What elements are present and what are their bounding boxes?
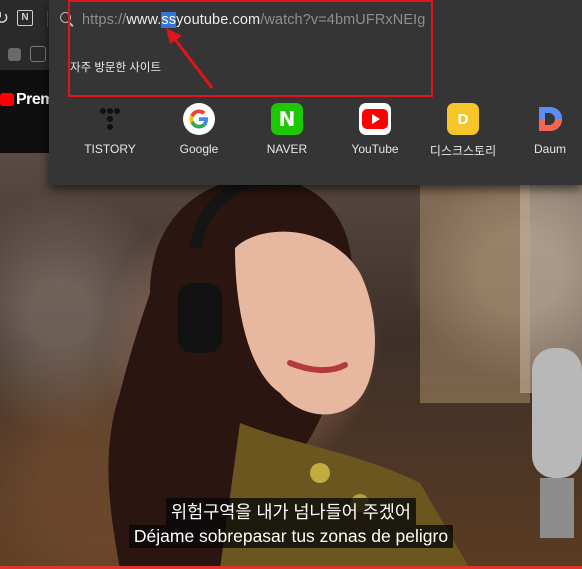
shortcut-google[interactable]: Google [154, 103, 244, 161]
bookmark-app-icon[interactable] [8, 48, 21, 61]
subtitle-korean-row: 위험구역을 내가 넘나들어 주겠어 [0, 498, 582, 525]
subtitle-spanish-row: Déjame sobrepasar tus zonas de peligro [0, 525, 582, 548]
frequent-sites-title: 자주 방문한 사이트 [70, 62, 162, 74]
shortcut-label: Google [179, 142, 219, 156]
shortcut-diskstory[interactable]: D 디스크스토리 [418, 103, 508, 161]
tab-switch-icon[interactable]: N [17, 10, 33, 26]
subtitle-korean: 위험구역을 내가 넘나들어 주겠어 [166, 498, 416, 525]
naver-icon: N [271, 103, 303, 135]
shortcut-label: TISTORY [84, 142, 136, 156]
video-player[interactable]: 위험구역을 내가 넘나들어 주겠어 Déjame sobrepasar tus … [0, 153, 582, 569]
google-icon [183, 103, 215, 135]
shortcut-label: NAVER [266, 142, 308, 156]
back-arrow-icon[interactable]: ↻ [0, 8, 9, 29]
shortcut-tistory[interactable]: TISTORY [65, 103, 155, 161]
youtube-icon [359, 103, 391, 135]
tistory-icon [94, 103, 126, 135]
toolbar-divider [47, 11, 48, 27]
shortcut-youtube[interactable]: YouTube [330, 103, 420, 161]
daum-icon [534, 103, 566, 135]
shortcut-label: 디스크스토리 [429, 144, 497, 158]
diskstory-icon: D [447, 103, 479, 135]
shortcut-daum[interactable]: Daum [505, 103, 582, 161]
youtube-logo-icon[interactable] [0, 93, 14, 106]
subtitle-spanish: Déjame sobrepasar tus zonas de peligro [128, 525, 454, 548]
shortcut-label: YouTube [351, 142, 399, 156]
bookmark-camera-icon[interactable] [30, 46, 46, 62]
shortcut-naver[interactable]: N NAVER [242, 103, 332, 161]
annotation-highlight-box [68, 0, 433, 97]
shortcut-label: Daum [533, 142, 566, 156]
